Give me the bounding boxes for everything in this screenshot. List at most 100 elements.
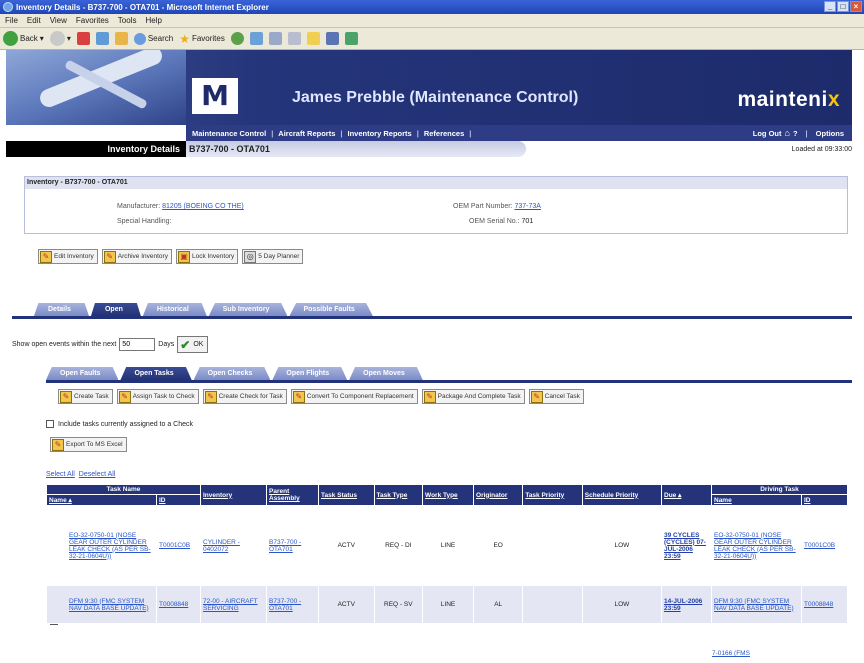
driving-task-id-link[interactable]: T0008848: [804, 601, 833, 608]
discuss-icon[interactable]: [325, 32, 339, 45]
minimize-button[interactable]: _: [824, 1, 836, 12]
cancel-task-button[interactable]: ✎ Cancel Task: [528, 389, 584, 404]
driving-task-id-link[interactable]: T0001C0B: [804, 542, 835, 549]
export-excel-button[interactable]: ✎ Export To MS Excel: [50, 437, 127, 452]
days-input[interactable]: [119, 338, 156, 351]
col-driving-name[interactable]: Name: [711, 494, 802, 506]
due-value[interactable]: 39 CYCLES (CYCLES) 07-JUL-2006 23:59: [664, 532, 706, 560]
back-button[interactable]: Back ▾: [3, 31, 44, 46]
nav-aircraft-reports[interactable]: Aircraft Reports: [278, 129, 335, 138]
open-tasks-table: Task Name Inventory Parent Assembly Task…: [46, 484, 848, 624]
brand-logo: maintenix: [737, 88, 840, 111]
assign-task-button[interactable]: ✎ Assign Task to Check: [116, 389, 199, 404]
create-check-button[interactable]: ✎ Create Check for Task: [202, 389, 287, 404]
forward-button[interactable]: ▾: [49, 31, 71, 46]
messenger-icon[interactable]: [344, 32, 358, 45]
five-day-planner-button[interactable]: ◎ 5 Day Planner: [242, 249, 304, 264]
nav-references[interactable]: References: [424, 129, 464, 138]
col-task-type[interactable]: Task Type: [373, 484, 424, 506]
edit-inventory-button[interactable]: ✎ Edit Inventory: [38, 249, 98, 264]
search-button[interactable]: Search: [133, 32, 173, 45]
col-task-name[interactable]: Name ▴: [46, 494, 157, 506]
tab-open-moves[interactable]: Open Moves: [349, 367, 423, 380]
logout-link[interactable]: Log Out: [753, 129, 782, 138]
tab-open-tasks[interactable]: Open Tasks: [120, 367, 192, 380]
col-parent-assembly[interactable]: Parent Assembly: [266, 484, 319, 506]
home-toolbar-icon[interactable]: [114, 32, 128, 45]
print-icon[interactable]: [268, 32, 282, 45]
lock-inventory-button[interactable]: ▣ Lock Inventory: [175, 249, 239, 264]
close-button[interactable]: ×: [850, 1, 862, 12]
due-value[interactable]: 14-JUL-2006 23:59: [664, 598, 702, 612]
tab-sub-inventory[interactable]: Sub Inventory: [208, 303, 288, 316]
oem-part-link[interactable]: 737-73A: [514, 203, 540, 210]
task-name-group-header: Task Name: [46, 484, 201, 495]
col-task-status[interactable]: Task Status: [318, 484, 375, 506]
manufacturer-link[interactable]: 81205 (BOEING CO THE): [162, 203, 244, 210]
menu-view[interactable]: View: [50, 16, 67, 25]
nav-inventory-reports[interactable]: Inventory Reports: [348, 129, 412, 138]
driving-task-name-link[interactable]: EO-32-0750-01 (NOSE GEAR OUTER CYLINDER …: [714, 532, 796, 560]
tab-open-checks[interactable]: Open Checks: [193, 367, 271, 380]
menu-edit[interactable]: Edit: [27, 16, 41, 25]
col-due[interactable]: Due ▴: [661, 484, 712, 506]
tab-open-flights[interactable]: Open Flights: [272, 367, 348, 380]
task-id-link[interactable]: T0008848: [159, 601, 188, 608]
help-icon[interactable]: ?: [793, 129, 798, 138]
stop-icon[interactable]: [76, 32, 90, 45]
maximize-button[interactable]: □: [837, 1, 849, 12]
edit-icon[interactable]: [287, 32, 301, 45]
mail-icon[interactable]: [249, 32, 263, 45]
folder-icon[interactable]: [306, 32, 320, 45]
task-id-link[interactable]: T0001C0B: [159, 542, 190, 549]
home-icon[interactable]: ⌂: [785, 128, 790, 138]
archive-icon: ✎: [103, 250, 116, 263]
task-name-link[interactable]: DFM 9:30 (FMC SYSTEM NAV DATA BASE UPDAT…: [69, 598, 149, 612]
menu-favorites[interactable]: Favorites: [76, 16, 109, 25]
ok-button[interactable]: ✔ OK: [177, 336, 209, 353]
refresh-icon[interactable]: [95, 32, 109, 45]
favorites-button[interactable]: ★ Favorites: [179, 32, 225, 46]
checkmark-icon: ✔: [180, 337, 191, 352]
include-checkbox-row: Include tasks currently assigned to a Ch…: [46, 420, 193, 428]
col-task-priority[interactable]: Task Priority: [522, 484, 583, 506]
tab-possible-faults[interactable]: Possible Faults: [289, 303, 373, 316]
ie-icon: [3, 2, 13, 12]
col-inventory[interactable]: Inventory: [200, 484, 267, 506]
col-driving-id[interactable]: ID: [801, 494, 848, 506]
inventory-link[interactable]: 72-00 - AIRCRAFT SERVICING: [203, 598, 258, 612]
col-task-id[interactable]: ID: [156, 494, 201, 506]
selection-links: Select All Deselect All: [46, 471, 115, 478]
col-schedule-priority[interactable]: Schedule Priority: [581, 484, 663, 506]
convert-component-button[interactable]: ✎ Convert To Component Replacement: [290, 389, 418, 404]
include-checkbox[interactable]: [46, 420, 54, 428]
parent-assembly-link[interactable]: B737-700 - OTA701: [269, 539, 301, 553]
sub-tabs: Open Faults Open Tasks Open Checks Open …: [46, 367, 423, 380]
tab-open-faults[interactable]: Open Faults: [46, 367, 119, 380]
col-originator[interactable]: Originator: [473, 484, 524, 506]
package-complete-button[interactable]: ✎ Package And Complete Task: [421, 389, 525, 404]
archive-inventory-button[interactable]: ✎ Archive Inventory: [101, 249, 172, 264]
oem-serial-field: OEM Serial No.: 701: [469, 218, 534, 225]
lock-icon: ▣: [177, 250, 190, 263]
cancel-icon: ✎: [530, 390, 543, 403]
deselect-all-link[interactable]: Deselect All: [79, 471, 116, 478]
select-all-link[interactable]: Select All: [46, 471, 75, 478]
nav-maintenance-control[interactable]: Maintenance Control: [192, 129, 266, 138]
tab-historical[interactable]: Historical: [142, 303, 207, 316]
tab-open[interactable]: Open: [90, 303, 141, 316]
menu-file[interactable]: File: [5, 16, 18, 25]
task-name-link[interactable]: EO-32-0750-01 (NOSE GEAR OUTER CYLINDER …: [69, 532, 151, 560]
inventory-actions: ✎ Edit Inventory ✎ Archive Inventory ▣ Lock…: [38, 249, 304, 264]
menu-tools[interactable]: Tools: [118, 16, 137, 25]
parent-assembly-link[interactable]: B737-700 - OTA701: [269, 598, 301, 612]
tab-details[interactable]: Details: [34, 303, 89, 316]
options-link[interactable]: Options: [816, 129, 844, 138]
inventory-link[interactable]: CYLINDER - 0402072: [203, 539, 240, 553]
media-icon[interactable]: [230, 32, 244, 45]
assign-task-icon: ✎: [118, 390, 131, 403]
menu-help[interactable]: Help: [145, 16, 161, 25]
driving-task-name-link[interactable]: DFM 9:30 (FMC SYSTEM NAV DATA BASE UPDAT…: [714, 598, 794, 612]
col-work-type[interactable]: Work Type: [422, 484, 475, 506]
create-task-button[interactable]: ✎ Create Task: [58, 389, 113, 404]
